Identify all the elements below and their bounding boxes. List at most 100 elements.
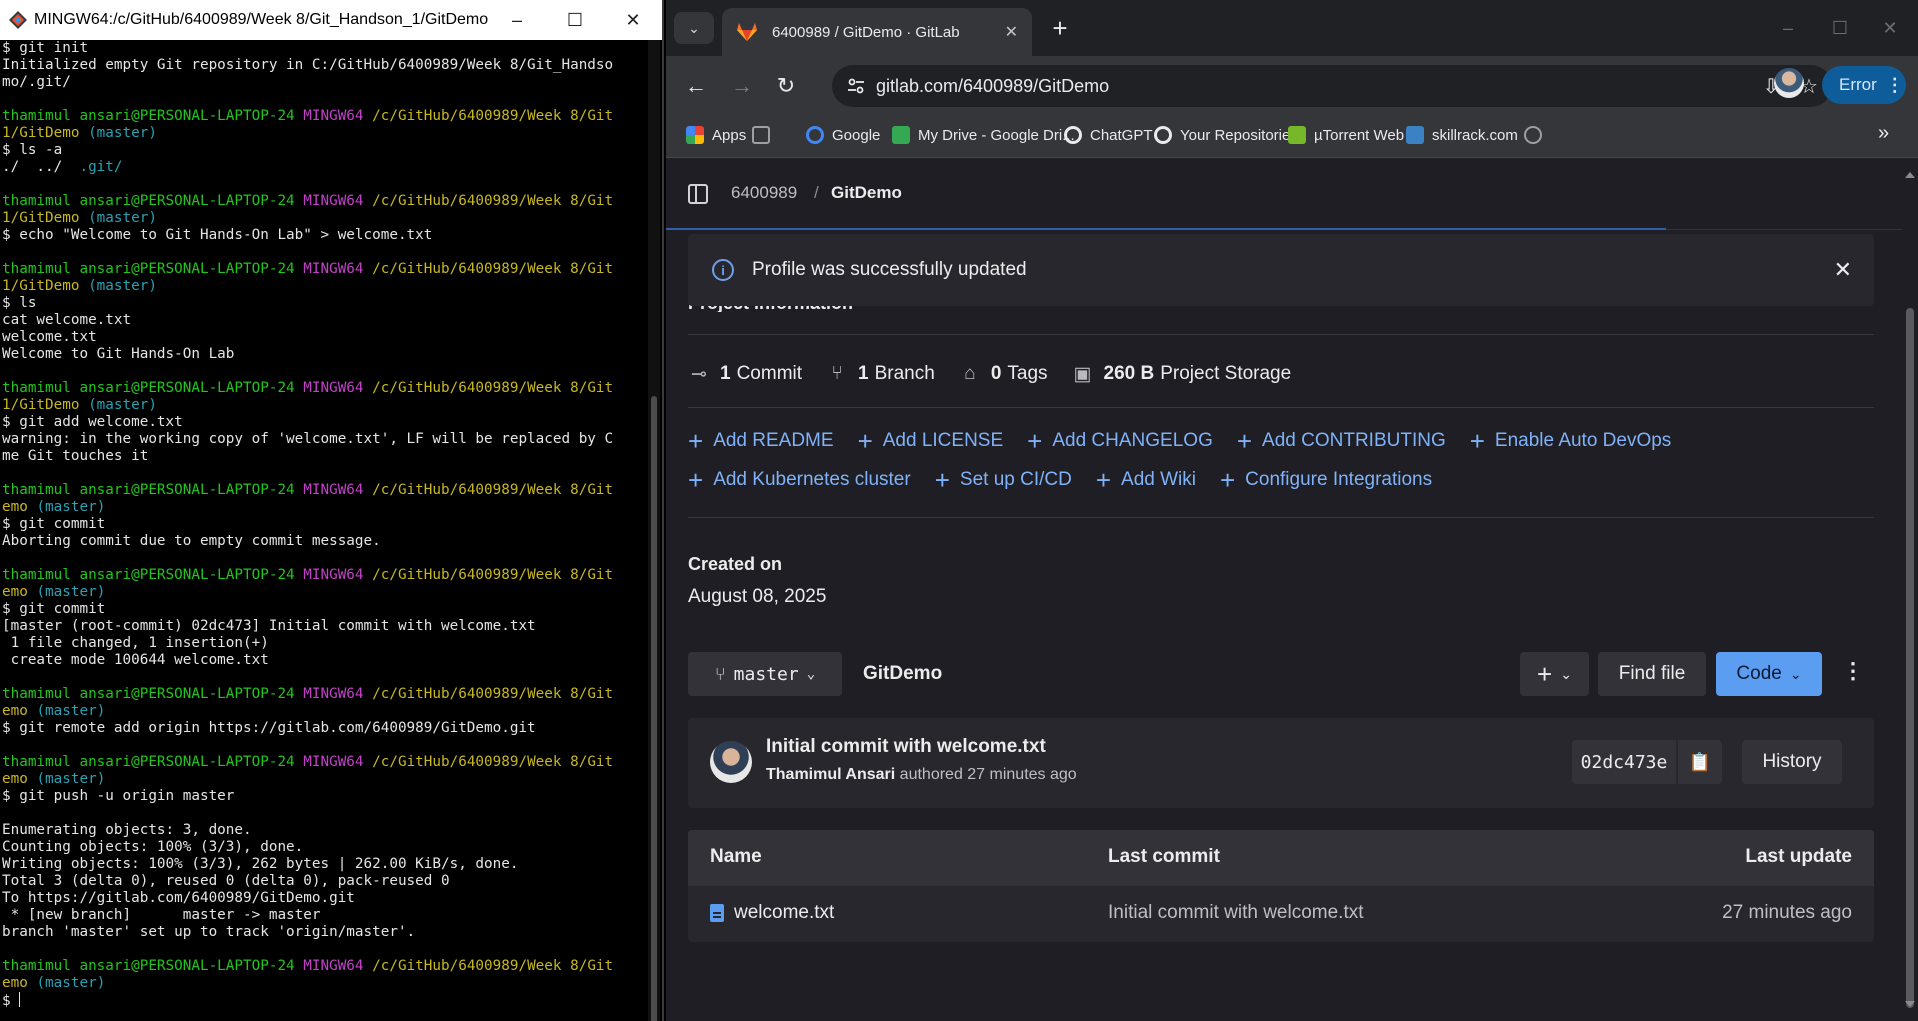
chevron-down-icon: ⌄	[1789, 665, 1802, 682]
tab-search-button[interactable]: ⌄	[674, 12, 714, 44]
terminal-line: 1/GitDemo (master)	[2, 210, 157, 226]
tab-gitdemo[interactable]: 6400989 / GitDemo · GitLab ✕	[722, 8, 1032, 56]
branch-selector[interactable]: ⑂ master ⌄	[688, 652, 842, 696]
back-button[interactable]: ←	[680, 70, 712, 102]
new-tab-button[interactable]: +	[1044, 14, 1076, 42]
avatar[interactable]	[710, 741, 752, 783]
terminal-line: $ echo "Welcome to Git Hands-On Lab" > w…	[2, 227, 433, 243]
file-last-commit[interactable]: Initial commit with welcome.txt	[1108, 902, 1364, 924]
commit-meta: Thamimul Ansari authored 27 minutes ago	[766, 766, 1077, 784]
error-menu-button[interactable]: Error ⋮	[1822, 66, 1906, 104]
terminal-line: $ git commit	[2, 601, 106, 617]
terminal-close-button[interactable]: ✕	[604, 0, 662, 40]
plus-icon: +	[1027, 426, 1043, 456]
file-icon	[710, 904, 724, 922]
link-set-up-ci-cd[interactable]: + Set up CI/CD	[935, 467, 1072, 493]
project-stats: ⊸ 1 Commit ⑂ 1 Branch ⌂ 0 Tags ▣ 260 B Project Stor…	[688, 363, 1315, 385]
storage-icon: ▣	[1073, 363, 1092, 385]
close-icon[interactable]: ✕	[1834, 257, 1852, 283]
more-actions-icon[interactable]: ⋮	[1842, 658, 1864, 684]
gitlab-icon	[737, 23, 757, 41]
scroll-down-icon[interactable]	[1905, 1001, 1915, 1007]
terminal-output[interactable]: $ git init Initialized empty Git reposito…	[2, 40, 648, 1021]
link-add-license[interactable]: + Add LICENSE	[858, 428, 1004, 454]
bookmark-globe[interactable]	[1524, 126, 1550, 144]
terminal-line: thamimul ansari@PERSONAL-LAPTOP-24 MINGW…	[2, 686, 614, 702]
tab-close-icon[interactable]: ✕	[1005, 22, 1018, 42]
arrow-left-icon: ←	[685, 73, 707, 98]
stat-value: 0	[990, 363, 1002, 384]
link-add-contributing[interactable]: + Add CONTRIBUTING	[1237, 428, 1446, 454]
commit-title[interactable]: Initial commit with welcome.txt	[766, 736, 1046, 758]
add-dropdown-button[interactable]: + ⌄	[1520, 652, 1589, 696]
find-file-button[interactable]: Find file	[1598, 652, 1706, 696]
commit-authored-time: authored 27 minutes ago	[899, 766, 1077, 783]
terminal-line: $ git add welcome.txt	[2, 414, 183, 430]
breadcrumb-project[interactable]: GitDemo	[831, 183, 902, 203]
plus-icon: +	[1469, 426, 1485, 456]
address-bar[interactable]: gitlab.com/6400989/GitDemo ⇩ ☆	[832, 65, 1832, 107]
table-row[interactable]: welcome.txt Initial commit with welcome.…	[688, 886, 1874, 942]
breadcrumb-group[interactable]: 6400989	[731, 183, 797, 203]
stat-tags[interactable]: ⌂ 0 Tags	[959, 363, 1047, 385]
link-add-wiki[interactable]: + Add Wiki	[1096, 467, 1196, 493]
terminal-line: mo/.git/	[2, 74, 71, 90]
bookmark-google-drive[interactable]: My Drive - Google Dri...	[892, 126, 1075, 144]
stat-branch[interactable]: ⑂ 1 Branch	[826, 363, 934, 385]
reload-button[interactable]: ↻	[770, 70, 802, 102]
add-links-row: + Add README + Add LICENSE + Add CHANGELOG + Ad…	[688, 426, 1695, 456]
link-add-kubernetes-cluster[interactable]: + Add Kubernetes cluster	[688, 467, 911, 493]
bookmark-tab-groups[interactable]	[752, 126, 778, 144]
browser-minimize-button[interactable]: –	[1760, 10, 1816, 46]
page-scrollbar-thumb[interactable]	[1906, 308, 1914, 1008]
terminal-line: 1 file changed, 1 insertion(+)	[2, 635, 269, 651]
tab-strip: ⌄ 6400989 / GitDemo · GitLab ✕ + – ☐ ✕	[666, 0, 1918, 56]
link-label: Enable Auto DevOps	[1494, 430, 1672, 451]
bookmark-github[interactable]: Your Repositories	[1154, 126, 1298, 144]
link-enable-auto-devops[interactable]: + Enable Auto DevOps	[1469, 426, 1672, 456]
bookmark-apps-grid[interactable]: Apps	[686, 126, 746, 144]
terminal-minimize-button[interactable]: –	[488, 0, 546, 40]
divider	[688, 407, 1874, 408]
browser-close-button[interactable]: ✕	[1862, 10, 1918, 46]
link-add-changelog[interactable]: + Add CHANGELOG	[1027, 426, 1213, 456]
chevron-down-icon: ⌄	[1560, 665, 1572, 682]
stat-label: Project Storage	[1160, 363, 1292, 384]
file-last-update: 27 minutes ago	[1722, 902, 1852, 923]
terminal-line: thamimul ansari@PERSONAL-LAPTOP-24 MINGW…	[2, 567, 614, 583]
divider	[688, 334, 1874, 335]
bookmark-chatgpt[interactable]: ChatGPT	[1064, 126, 1153, 144]
page-scrollbar[interactable]	[1902, 158, 1918, 1021]
forward-button[interactable]: →	[726, 70, 758, 102]
bookmark-utorrent[interactable]: µTorrent Web	[1288, 126, 1404, 144]
profile-avatar[interactable]	[1774, 68, 1804, 98]
browser-maximize-button[interactable]: ☐	[1812, 10, 1868, 46]
link-configure-integrations[interactable]: + Configure Integrations	[1219, 465, 1432, 495]
terminal-line: * [new branch] master -> master	[2, 907, 321, 923]
column-header-last-commit: Last commit	[1108, 846, 1220, 867]
bookmark-skillrack[interactable]: skillrack.com	[1406, 126, 1518, 144]
history-button[interactable]: History	[1742, 740, 1842, 784]
scroll-up-icon[interactable]	[1905, 172, 1915, 178]
plus-icon: +	[1219, 465, 1236, 495]
file-link[interactable]: welcome.txt	[710, 902, 834, 924]
stat-commit[interactable]: ⊸ 1 Commit	[688, 363, 802, 385]
sidebar-toggle-icon[interactable]	[688, 184, 708, 204]
link-add-readme[interactable]: + Add README	[688, 428, 834, 454]
commit-author[interactable]: Thamimul Ansari	[766, 766, 895, 783]
bookmark-google[interactable]: Google	[806, 126, 880, 144]
table-header: Name Last commit Last update	[688, 830, 1874, 886]
more-bookmarks-button[interactable]: »	[1878, 122, 1889, 145]
terminal-scrollbar[interactable]	[648, 40, 660, 1021]
terminal-scrollbar-thumb[interactable]	[651, 396, 657, 1021]
code-dropdown-button[interactable]: Code ⌄	[1716, 652, 1822, 696]
copy-sha-button[interactable]: 📋	[1678, 740, 1722, 784]
terminal-maximize-button[interactable]: ☐	[546, 0, 604, 40]
stat-project-storage[interactable]: ▣ 260 B Project Storage	[1072, 363, 1292, 385]
terminal-line: Welcome to Git Hands-On Lab	[2, 346, 235, 362]
commit-sha[interactable]: 02dc473e	[1572, 740, 1676, 784]
